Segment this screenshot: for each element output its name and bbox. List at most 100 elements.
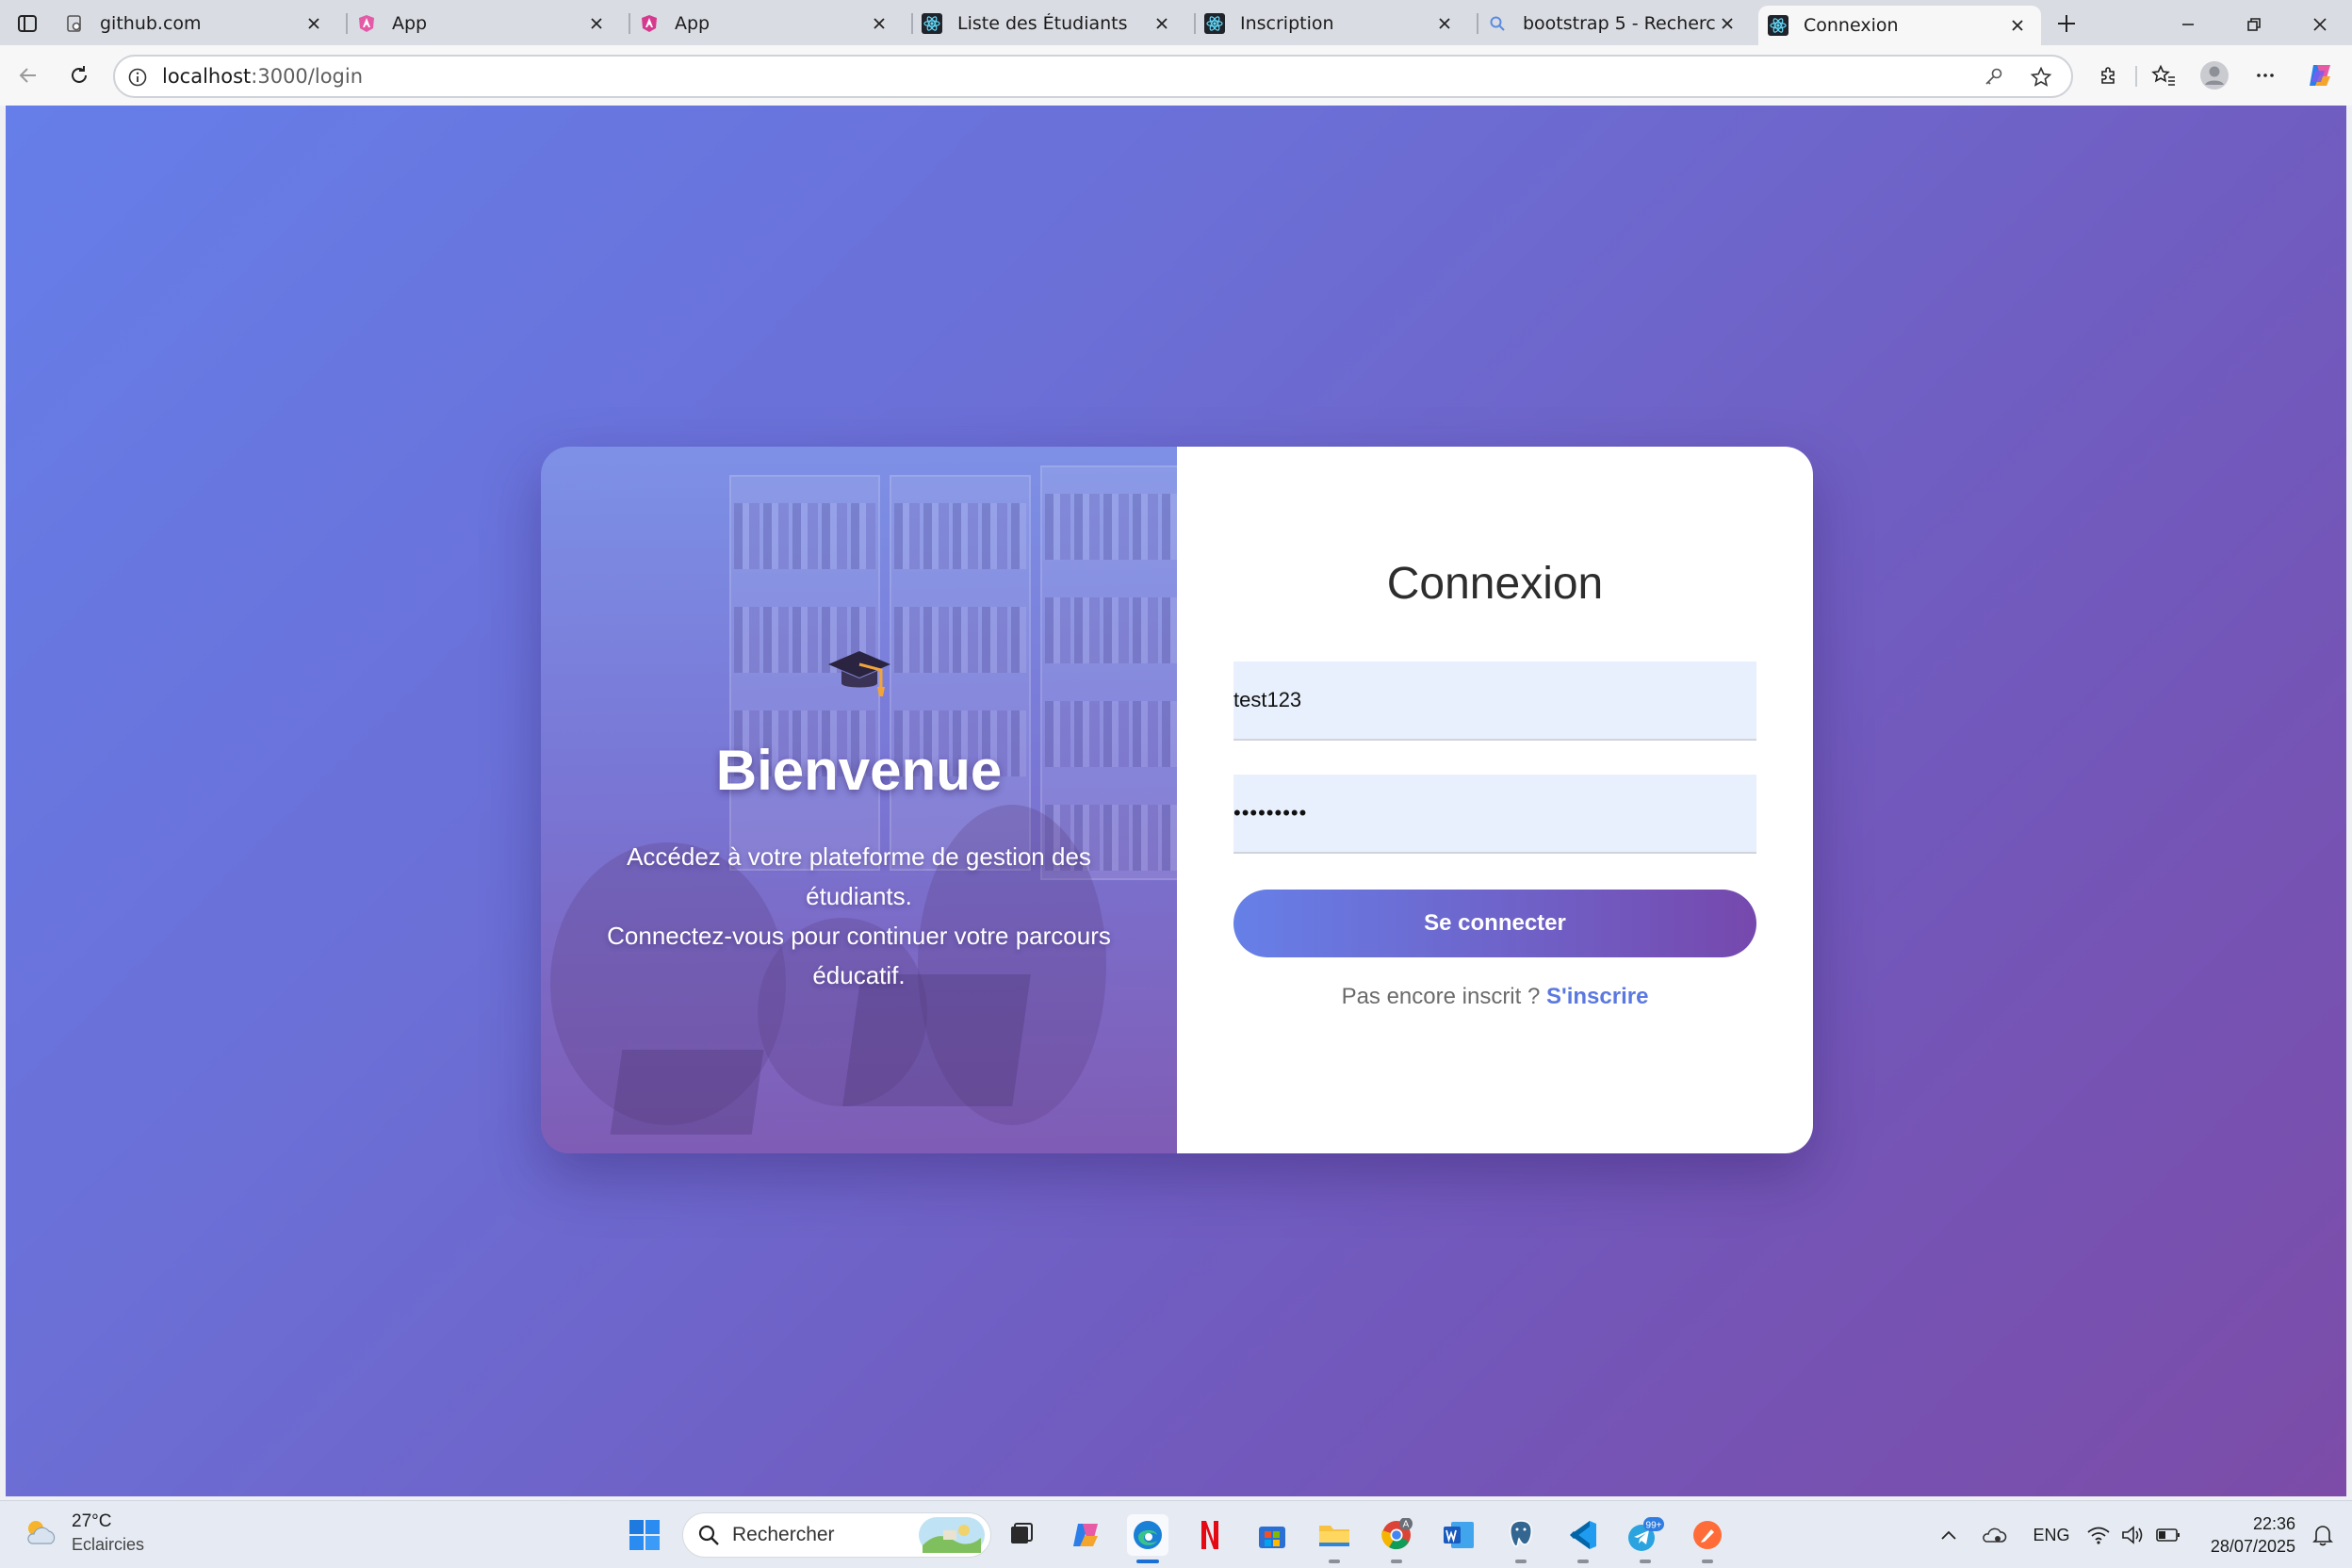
tab-bootstrap-search[interactable]: bootstrap 5 - Recherche bbox=[1477, 6, 1751, 41]
password-input[interactable] bbox=[1233, 775, 1756, 854]
close-icon[interactable] bbox=[1717, 13, 1738, 34]
battery-tray[interactable] bbox=[2154, 1520, 2182, 1550]
tab-strip: github.com App App Liste des Étudiants I… bbox=[0, 0, 2352, 45]
running-indicator bbox=[1391, 1560, 1402, 1563]
vscode-icon bbox=[1570, 1521, 1596, 1549]
postgres-app[interactable] bbox=[1500, 1514, 1542, 1563]
tab-app-2[interactable]: App bbox=[629, 6, 903, 41]
profile-button[interactable] bbox=[2197, 58, 2231, 92]
address-bar[interactable]: localhost:3000/login bbox=[113, 55, 2073, 98]
battery-icon bbox=[2156, 1528, 2180, 1542]
edge-app[interactable] bbox=[1127, 1514, 1168, 1563]
start-button[interactable] bbox=[624, 1514, 665, 1556]
react-icon bbox=[1768, 15, 1788, 36]
tab-github[interactable]: github.com bbox=[55, 6, 337, 41]
copilot-button[interactable] bbox=[2303, 58, 2337, 92]
volume-tray[interactable] bbox=[2118, 1520, 2147, 1550]
favorites-button[interactable] bbox=[2147, 58, 2180, 92]
close-icon[interactable] bbox=[869, 13, 890, 34]
key-icon[interactable] bbox=[1981, 64, 2007, 90]
welcome-title: Bienvenue bbox=[715, 738, 1003, 802]
tab-label: App bbox=[392, 13, 428, 34]
restore-button[interactable] bbox=[2226, 6, 2282, 43]
chrome-app[interactable]: A bbox=[1376, 1514, 1417, 1563]
wifi-icon bbox=[2087, 1527, 2110, 1544]
close-icon bbox=[2313, 18, 2327, 31]
close-icon[interactable] bbox=[1434, 13, 1455, 34]
welcome-text: Accédez à votre plateforme de gestion de… bbox=[607, 841, 1111, 989]
restore-icon bbox=[2247, 18, 2261, 31]
graduation-cap-icon bbox=[827, 650, 890, 696]
show-hidden-icons-button[interactable] bbox=[1936, 1520, 1962, 1550]
reload-icon bbox=[72, 66, 87, 83]
avatar-icon bbox=[2200, 61, 2229, 90]
signup-link[interactable]: S'inscrire bbox=[1546, 984, 1648, 1009]
react-icon bbox=[922, 13, 942, 34]
running-indicator bbox=[1329, 1560, 1340, 1563]
close-icon[interactable] bbox=[303, 13, 324, 34]
search-placeholder: Rechercher bbox=[732, 1524, 835, 1545]
task-view-button[interactable] bbox=[1001, 1514, 1042, 1556]
onedrive-tray[interactable] bbox=[1979, 1520, 2009, 1550]
tab-app-1[interactable]: App bbox=[346, 6, 620, 41]
wifi-tray[interactable] bbox=[2084, 1520, 2113, 1550]
running-indicator bbox=[1702, 1560, 1713, 1563]
telegram-icon: 99+ bbox=[1628, 1517, 1664, 1551]
login-button[interactable]: Se connecter bbox=[1233, 890, 1756, 957]
taskbar-clock[interactable]: 22:36 28/07/2025 bbox=[2197, 1512, 2295, 1558]
signup-prompt-text: Pas encore inscrit ? bbox=[1341, 984, 1546, 1009]
close-icon[interactable] bbox=[2007, 15, 2028, 36]
taskbar: 27°C Eclaircies Rechercher A 99+ ENG 22:… bbox=[0, 1500, 2352, 1568]
login-card: Bienvenue Accédez à votre plateforme de … bbox=[541, 447, 1813, 1153]
reload-button[interactable] bbox=[62, 58, 96, 92]
bell-icon bbox=[2312, 1526, 2333, 1546]
volume-icon bbox=[2122, 1526, 2143, 1544]
minimize-icon bbox=[2182, 24, 2194, 25]
search-highlight-image bbox=[919, 1517, 985, 1553]
chrome-profile-badge: A bbox=[1403, 1520, 1410, 1530]
tab-label: bootstrap 5 - Recherche bbox=[1523, 13, 1717, 34]
task-view-icon bbox=[1011, 1523, 1033, 1544]
active-indicator bbox=[1136, 1560, 1159, 1563]
username-input[interactable] bbox=[1233, 662, 1756, 741]
copilot-app[interactable] bbox=[1065, 1514, 1106, 1556]
signup-prompt: Pas encore inscrit ? S'inscrire bbox=[1177, 984, 1813, 1010]
tab-actions-button[interactable] bbox=[13, 9, 41, 38]
postman-icon bbox=[1693, 1521, 1722, 1549]
copilot-icon bbox=[1073, 1524, 1098, 1546]
file-explorer-app[interactable] bbox=[1314, 1514, 1355, 1563]
tab-liste-etudiants[interactable]: Liste des Étudiants bbox=[911, 6, 1185, 41]
taskbar-search[interactable]: Rechercher bbox=[682, 1512, 991, 1558]
tab-label: Connexion bbox=[1804, 15, 1899, 36]
more-menu-button[interactable] bbox=[2248, 58, 2282, 92]
notifications-button[interactable] bbox=[2309, 1520, 2337, 1550]
back-button[interactable] bbox=[11, 58, 45, 92]
react-icon bbox=[1204, 13, 1225, 34]
info-icon[interactable] bbox=[124, 64, 151, 90]
tab-connexion[interactable]: Connexion bbox=[1758, 6, 2041, 45]
running-indicator bbox=[1577, 1560, 1589, 1563]
puzzle-icon bbox=[2101, 67, 2115, 84]
word-app[interactable] bbox=[1438, 1514, 1479, 1556]
postman-app[interactable] bbox=[1687, 1514, 1728, 1563]
new-tab-button[interactable] bbox=[2050, 8, 2082, 40]
store-app[interactable] bbox=[1251, 1514, 1293, 1556]
more-icon bbox=[2257, 74, 2274, 77]
telegram-app[interactable]: 99+ bbox=[1625, 1514, 1666, 1563]
minimize-button[interactable] bbox=[2160, 6, 2216, 43]
tab-inscription[interactable]: Inscription bbox=[1194, 6, 1468, 41]
extensions-button[interactable] bbox=[2092, 58, 2126, 92]
windows-icon bbox=[629, 1520, 660, 1550]
weather-widget[interactable]: 27°C Eclaircies bbox=[21, 1511, 144, 1556]
netflix-app[interactable] bbox=[1189, 1514, 1231, 1556]
star-icon[interactable] bbox=[2028, 64, 2054, 90]
language-indicator[interactable]: ENG bbox=[2026, 1520, 2077, 1550]
search-icon bbox=[698, 1525, 719, 1545]
vscode-app[interactable] bbox=[1562, 1514, 1604, 1563]
copilot-icon bbox=[2310, 65, 2330, 86]
form-title: Connexion bbox=[1386, 559, 1604, 609]
tab-label: App bbox=[675, 13, 710, 34]
close-window-button[interactable] bbox=[2292, 6, 2348, 43]
close-icon[interactable] bbox=[1152, 13, 1172, 34]
close-icon[interactable] bbox=[586, 13, 607, 34]
